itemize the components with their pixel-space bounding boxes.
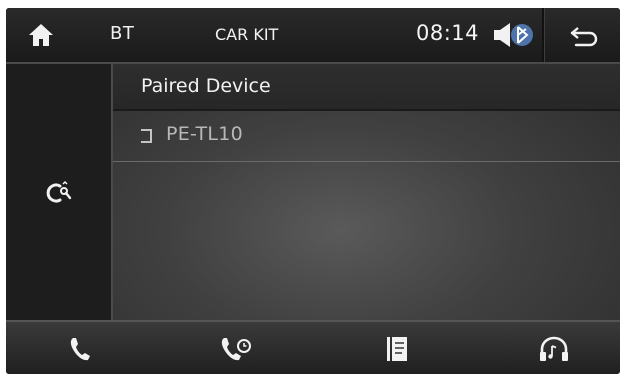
car-kit-title: CAR KIT (215, 25, 279, 44)
paired-device-title: Paired Device (141, 75, 271, 97)
clock: 08:14 (416, 21, 480, 45)
phonebook-icon[interactable] (379, 334, 415, 364)
call-log-icon[interactable] (218, 334, 254, 364)
paired-device-list: Paired Device PE-TL10 (113, 64, 620, 320)
home-icon[interactable] (26, 21, 56, 49)
phone-icon (139, 128, 153, 144)
bottom-toolbar (6, 320, 620, 374)
top-status-bar: BT CAR KIT 08:14 (6, 8, 620, 64)
volume-icon[interactable] (492, 20, 536, 50)
car-kit-screen: BT CAR KIT 08:14 Paired Device PE-TL10 (6, 8, 620, 374)
device-name: PE-TL10 (166, 123, 244, 145)
music-icon[interactable] (536, 334, 572, 364)
topbar-divider (542, 8, 545, 62)
side-panel (6, 64, 113, 320)
list-header: Paired Device (113, 64, 620, 111)
dial-icon[interactable] (64, 334, 100, 364)
list-item[interactable]: PE-TL10 (113, 111, 620, 162)
back-arrow-icon[interactable] (566, 20, 602, 50)
bt-mode-label: BT (110, 23, 135, 44)
device-search-icon[interactable] (44, 180, 74, 206)
